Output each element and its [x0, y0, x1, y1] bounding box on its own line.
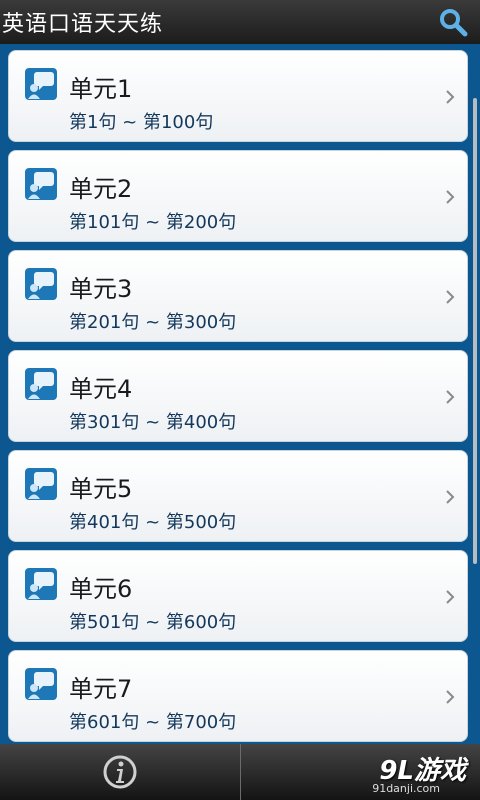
unit-title: 单元1 — [69, 75, 133, 103]
chevron-right-icon — [446, 590, 455, 604]
watermark-url: 91danji.com — [372, 782, 440, 795]
speech-bubble-person-icon — [25, 368, 57, 400]
unit-range: 第1句 ~ 第100句 — [69, 112, 214, 133]
list-item[interactable]: 单元6 第501句 ~ 第600句 — [8, 550, 468, 642]
list-item[interactable]: 单元5 第401句 ~ 第500句 — [8, 450, 468, 542]
unit-range: 第201句 ~ 第300句 — [69, 312, 237, 333]
chevron-right-icon — [446, 190, 455, 204]
list-item[interactable]: 单元7 第601句 ~ 第700句 — [8, 650, 468, 742]
speech-bubble-person-icon — [25, 468, 57, 500]
chevron-right-icon — [446, 690, 455, 704]
chevron-right-icon — [446, 390, 455, 404]
unit-range: 第401句 ~ 第500句 — [69, 512, 237, 533]
chevron-right-icon — [446, 490, 455, 504]
info-button[interactable] — [0, 744, 240, 800]
title-bar: 英语口语天天练 — [0, 0, 480, 44]
unit-title: 单元7 — [69, 675, 133, 703]
unit-range: 第301句 ~ 第400句 — [69, 412, 237, 433]
unit-range: 第601句 ~ 第700句 — [69, 712, 237, 733]
unit-range: 第501句 ~ 第600句 — [69, 612, 237, 633]
list-item[interactable]: 单元2 第101句 ~ 第200句 — [8, 150, 468, 242]
search-icon — [440, 9, 468, 37]
chevron-right-icon — [446, 290, 455, 304]
speech-bubble-person-icon — [25, 68, 57, 100]
list-item[interactable]: 单元3 第201句 ~ 第300句 — [8, 250, 468, 342]
speech-bubble-person-icon — [25, 568, 57, 600]
unit-title: 单元3 — [69, 275, 133, 303]
unit-title: 单元6 — [69, 575, 133, 603]
speech-bubble-person-icon — [25, 668, 57, 700]
app-title: 英语口语天天练 — [2, 12, 164, 37]
unit-range: 第101句 ~ 第200句 — [69, 212, 237, 233]
speech-bubble-person-icon — [25, 168, 57, 200]
scrollbar[interactable] — [473, 98, 477, 564]
chevron-right-icon — [446, 90, 455, 104]
info-icon — [103, 755, 137, 789]
speech-bubble-person-icon — [25, 268, 57, 300]
search-button[interactable] — [436, 5, 470, 39]
list-item[interactable]: 单元1 第1句 ~ 第100句 — [8, 50, 468, 142]
list-item[interactable]: 单元4 第301句 ~ 第400句 — [8, 350, 468, 442]
unit-title: 单元2 — [69, 175, 133, 203]
unit-title: 单元5 — [69, 475, 133, 503]
unit-title: 单元4 — [69, 375, 133, 403]
unit-list[interactable]: 单元1 第1句 ~ 第100句 单元2 第101句 ~ 第200句 单元3 第2… — [0, 44, 480, 744]
